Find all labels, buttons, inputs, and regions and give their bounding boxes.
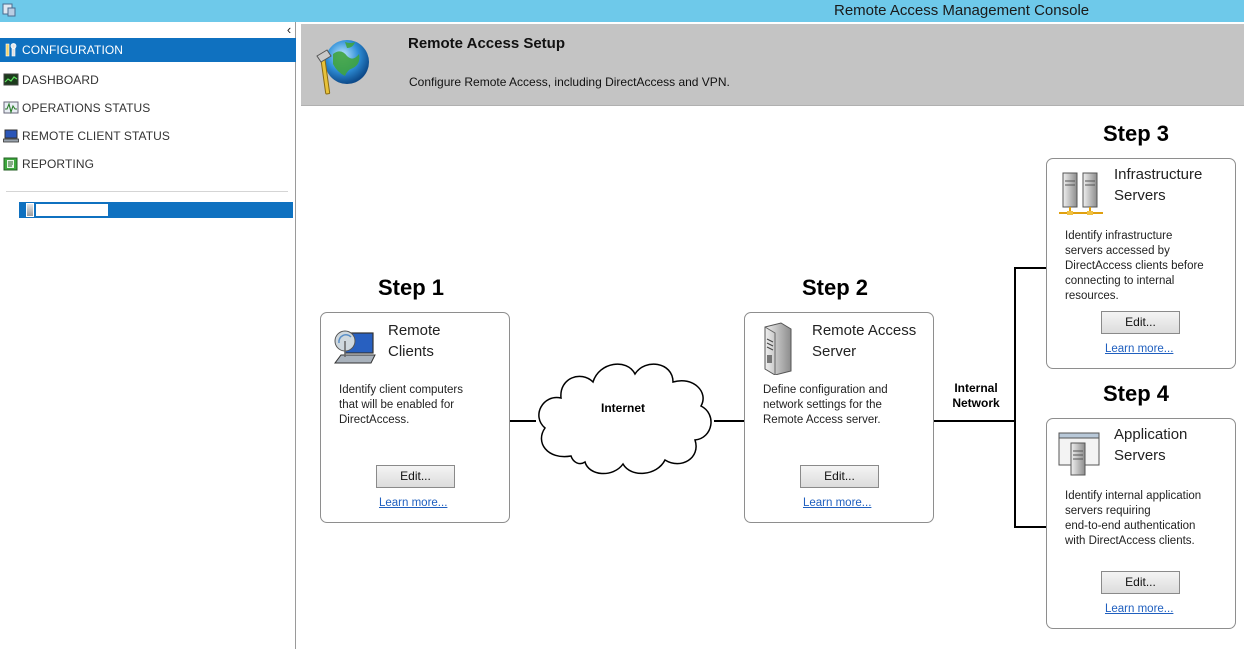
step-2-edit-button[interactable]: Edit... [800, 465, 879, 488]
step-3-card: Infrastructure Servers Identify infrastr… [1046, 158, 1236, 369]
sidebar-item-remote-client-status[interactable]: REMOTE CLIENT STATUS [0, 122, 296, 150]
step-3-label: Step 3 [1103, 121, 1170, 146]
connector-line [1014, 526, 1046, 528]
step-2-label: Step 2 [802, 275, 869, 300]
sidebar-item-label: DASHBOARD [22, 73, 99, 87]
step-1-learn-more-link[interactable]: Learn more... [379, 497, 447, 509]
connector-line [1014, 267, 1016, 528]
step-4-description: Identify internal application servers re… [1065, 490, 1202, 547]
step-4-title: Application Servers [1114, 426, 1188, 464]
application-server-icon [1058, 432, 1100, 476]
sidebar-divider [6, 191, 288, 192]
sidebar-item-label: CONFIGURATION [22, 43, 124, 57]
sidebar-item-label: REMOTE CLIENT STATUS [22, 129, 171, 143]
server-tower-icon [764, 322, 792, 375]
step-2-title: Remote Access Server [812, 322, 917, 360]
setup-banner: Remote Access Setup Configure Remote Acc… [301, 24, 1244, 106]
step-4-label: Step 4 [1103, 381, 1170, 406]
step-4-edit-button[interactable]: Edit... [1101, 571, 1180, 594]
sidebar: ‹ CONFIGURATION DASHBOARD OPERATIONS STA… [0, 22, 296, 649]
step-1-card: Remote Clients Identify client computers… [320, 312, 510, 523]
step-2-learn-more-link[interactable]: Learn more... [803, 497, 871, 509]
step-2-card: Remote Access Server Define configuratio… [744, 312, 934, 523]
remote-client-laptop-icon [334, 330, 376, 364]
step-1-label: Step 1 [378, 275, 445, 300]
reporting-icon [3, 157, 18, 171]
collapse-sidebar-button[interactable]: ‹ [283, 23, 295, 37]
connector-line [1014, 267, 1046, 269]
internet-label: Internet [601, 401, 646, 415]
globe-tools-icon [316, 40, 369, 95]
step-1-description: Identify client computers that will be e… [339, 384, 464, 426]
main-panel: Remote Access Setup Configure Remote Acc… [301, 24, 1244, 649]
step-3-learn-more-link[interactable]: Learn more... [1105, 343, 1173, 355]
step-4-learn-more-link[interactable]: Learn more... [1105, 603, 1173, 615]
configuration-icon [5, 43, 17, 57]
infrastructure-servers-icon [1059, 172, 1103, 215]
sidebar-item-dashboard[interactable]: DASHBOARD [0, 66, 296, 94]
connector-line [933, 420, 1015, 422]
remote-client-status-icon [3, 129, 19, 143]
title-bar: Remote Access Management Console [0, 0, 1244, 22]
sidebar-item-operations-status[interactable]: OPERATIONS STATUS [0, 94, 296, 122]
sidebar-nav: CONFIGURATION DASHBOARD OPERATIONS STATU… [0, 38, 296, 178]
step-4-card: Application Servers Identify internal ap… [1046, 418, 1236, 629]
step-3-title: Infrastructure Servers [1114, 166, 1203, 204]
banner-title: Remote Access Setup [408, 35, 566, 52]
server-name-redacted [36, 204, 108, 216]
step-1-title: Remote Clients [388, 322, 441, 360]
sidebar-item-configuration[interactable]: CONFIGURATION [0, 38, 296, 62]
sidebar-item-label: OPERATIONS STATUS [22, 101, 151, 115]
window-title: Remote Access Management Console [834, 2, 1090, 19]
sidebar-server-item[interactable] [19, 202, 293, 218]
internal-network-label: Internal Network [952, 381, 1000, 410]
step-2-description: Define configuration and network setting… [763, 384, 888, 426]
internet-cloud [538, 363, 712, 475]
dashboard-icon [3, 73, 19, 86]
sidebar-item-reporting[interactable]: REPORTING [0, 150, 296, 178]
step-3-edit-button[interactable]: Edit... [1101, 311, 1180, 334]
step-3-description: Identify infrastructure servers accessed… [1065, 230, 1204, 302]
server-icon [26, 203, 34, 217]
sidebar-item-label: REPORTING [22, 157, 95, 171]
step-1-edit-button[interactable]: Edit... [376, 465, 455, 488]
app-icon [2, 3, 16, 17]
connector-line [714, 420, 744, 422]
banner-description: Configure Remote Access, including Direc… [409, 75, 730, 89]
operations-status-icon [3, 101, 19, 114]
